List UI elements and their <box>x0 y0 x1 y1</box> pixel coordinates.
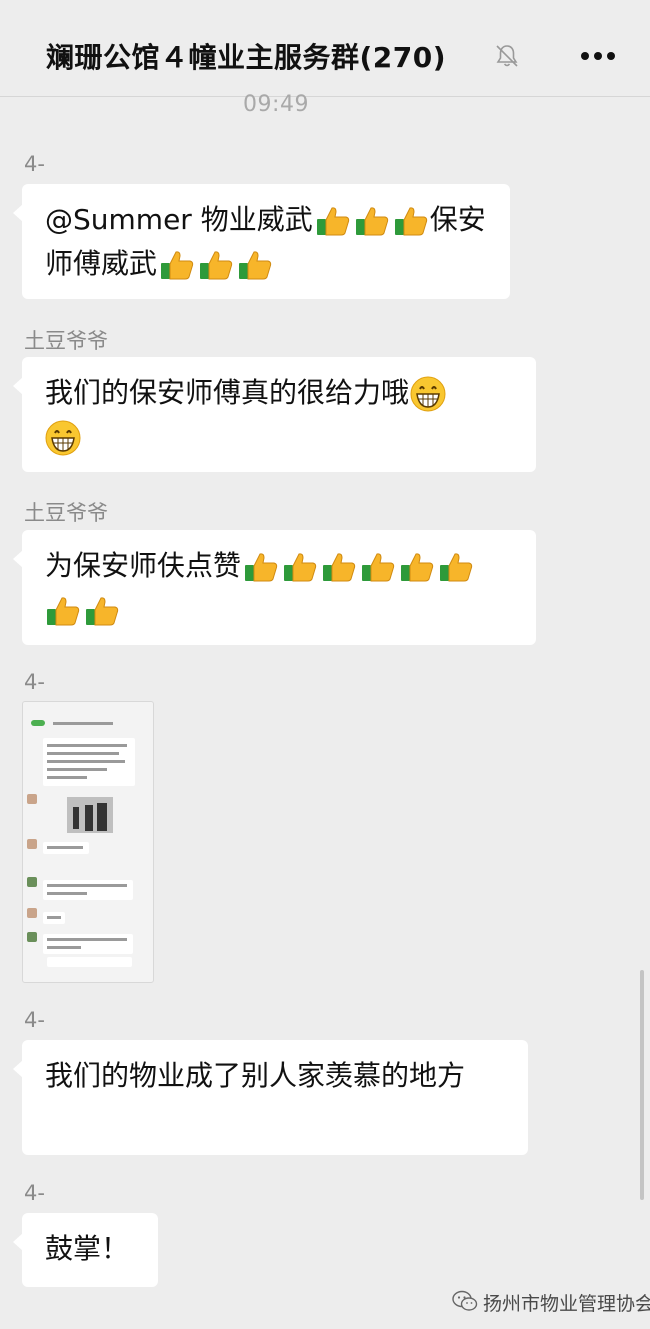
wechat-icon <box>452 1290 478 1311</box>
message-bubble[interactable]: 鼓掌！ <box>13 1213 158 1287</box>
thumbnail-header <box>23 716 153 732</box>
message-text: 我们的保安师傅真的很给力哦 <box>45 376 410 409</box>
sender-name: 4- <box>24 152 45 176</box>
chat-title[interactable]: 斓珊公馆４幢业主服务群(270) <box>46 36 446 76</box>
message-bubble[interactable]: 我们的物业成了别人家羡慕的地方 <box>13 1040 528 1155</box>
thumbs-up-icon <box>401 553 434 582</box>
watermark-text: 扬州市物业管理协会 <box>483 1293 650 1315</box>
thumbs-up-icon <box>362 553 395 582</box>
thumbs-up-icon <box>239 251 272 280</box>
thumbs-up-icon <box>86 597 119 626</box>
thumbnail-bubble <box>43 738 135 786</box>
message-timestamp: 09:49 <box>243 92 309 117</box>
message-text: @Summer 物业威武 <box>45 203 313 236</box>
sender-name: 土豆爷爷 <box>24 501 108 525</box>
chat-header: 斓珊公馆４幢业主服务群(270) <box>0 0 650 97</box>
message-text: 鼓掌！ <box>45 1232 130 1265</box>
thumbs-up-icon <box>440 553 473 582</box>
sender-name: 4- <box>24 1008 45 1032</box>
scrollbar[interactable] <box>640 970 644 1200</box>
thumbs-up-icon <box>323 553 356 582</box>
message-bubble[interactable]: @Summer 物业威武 保安师傅威武 <box>13 184 510 299</box>
thumbs-up-icon <box>161 251 194 280</box>
image-message-thumbnail[interactable] <box>22 701 154 983</box>
sender-name: 4- <box>24 670 45 694</box>
thumbs-up-icon <box>355 207 388 236</box>
sender-name: 4- <box>24 1181 45 1205</box>
ellipsis-icon[interactable] <box>578 44 618 68</box>
thumbs-up-icon <box>47 597 80 626</box>
message-text: 为保安师伕点赞 <box>45 549 242 582</box>
message-bubble[interactable]: 为保安师伕点赞 <box>13 530 536 645</box>
sender-name: 土豆爷爷 <box>24 329 108 353</box>
thumbs-up-icon <box>316 207 349 236</box>
thumbnail-photo <box>67 797 113 833</box>
grinning-face-icon <box>410 376 446 412</box>
thumbs-up-icon <box>284 553 317 582</box>
message-bubble[interactable]: 我们的保安师傅真的很给力哦 <box>13 357 536 472</box>
thumbs-up-icon <box>245 553 278 582</box>
grinning-face-icon <box>45 420 81 456</box>
thumbs-up-icon <box>200 251 233 280</box>
thumbs-up-icon <box>394 207 427 236</box>
message-text: 我们的物业成了别人家羡慕的地方 <box>45 1059 466 1092</box>
bell-mute-icon <box>496 45 518 67</box>
